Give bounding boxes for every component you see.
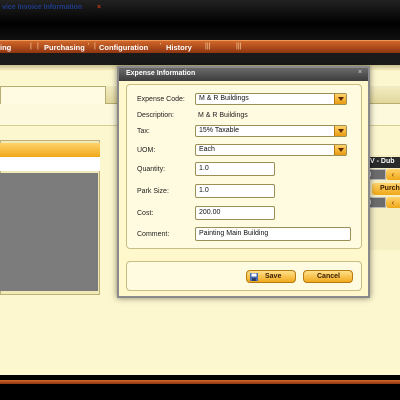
footer-bar [0, 375, 400, 400]
menu-item-configuration[interactable]: Configuration [99, 43, 148, 52]
menu-separator: ' [88, 43, 90, 50]
comment-field[interactable]: Painting Main Building [195, 227, 351, 241]
menu-item-purchasing[interactable]: Purchasing [44, 43, 85, 52]
dialog-close-icon[interactable]: × [358, 69, 362, 76]
save-button[interactable]: Save [246, 270, 296, 283]
cost-field[interactable]: 200.00 [195, 206, 275, 220]
cancel-button[interactable]: Cancel [303, 270, 353, 283]
tab-invoice-information[interactable] [0, 86, 106, 104]
uom-label: UOM: [137, 147, 156, 154]
cost-label: Cost: [137, 210, 154, 217]
left-panel-grid [0, 173, 98, 291]
expense-code-label: Expense Code: [137, 96, 185, 103]
menubar-shadow [0, 53, 400, 65]
left-panel-header [0, 143, 100, 157]
park-size-field[interactable]: 1.0 [195, 184, 275, 198]
quantity-label: Quantity: [137, 166, 166, 173]
left-panel-row [0, 157, 100, 171]
park-size-label: Park Size: [137, 188, 169, 195]
tax-select[interactable]: 15% Taxable [195, 125, 347, 137]
tax-value: 15% Taxable [199, 127, 239, 134]
dialog-title: Expense Information [126, 70, 196, 77]
menu-separator: | [30, 43, 32, 50]
uom-value: Each [199, 146, 215, 153]
menu-separator: | [94, 43, 96, 50]
tab-close-icon[interactable]: × [97, 4, 101, 11]
chevron-down-icon[interactable] [334, 145, 346, 155]
tax-label: Tax: [137, 128, 150, 135]
menu-separator: | [37, 43, 39, 50]
quantity-field[interactable]: 1.0 [195, 162, 275, 176]
park-size-value: 1.0 [199, 187, 209, 194]
save-button-label: Save [265, 273, 282, 280]
footer-accent-strip [0, 380, 400, 384]
expense-code-select[interactable]: M & R Buildings [195, 93, 347, 105]
save-icon [250, 273, 258, 281]
chevron-down-icon[interactable] [334, 126, 346, 136]
tab-label: vice Invoice Information [2, 4, 83, 11]
comment-label: Comment: [137, 231, 170, 238]
quantity-value: 1.0 [199, 165, 209, 172]
main-menubar: ing | | Purchasing ' | Configuration ' H… [0, 40, 400, 53]
expense-code-value: M & R Buildings [199, 95, 249, 102]
uom-select[interactable]: Each [195, 144, 347, 156]
comment-value: Painting Main Building [199, 230, 269, 237]
menu-item-history[interactable]: History [166, 43, 192, 52]
menu-separator: ||| [236, 43, 242, 50]
arrow-left-icon[interactable]: ‹ [386, 169, 400, 180]
menu-item-billing[interactable]: ing [0, 43, 11, 52]
right-panel-header-label: V - Dub [370, 158, 395, 165]
menu-separator: ||| [205, 43, 211, 50]
chevron-down-icon[interactable] [334, 94, 346, 104]
cost-value: 200.00 [199, 209, 221, 216]
description-label: Description: [137, 112, 174, 119]
cancel-button-label: Cancel [317, 273, 340, 280]
description-value: M & R Buildings [198, 112, 248, 119]
menu-separator: ' [160, 43, 162, 50]
arrow-left-icon[interactable]: ‹ [386, 197, 400, 208]
purchase-button-label: Purch [380, 185, 400, 192]
